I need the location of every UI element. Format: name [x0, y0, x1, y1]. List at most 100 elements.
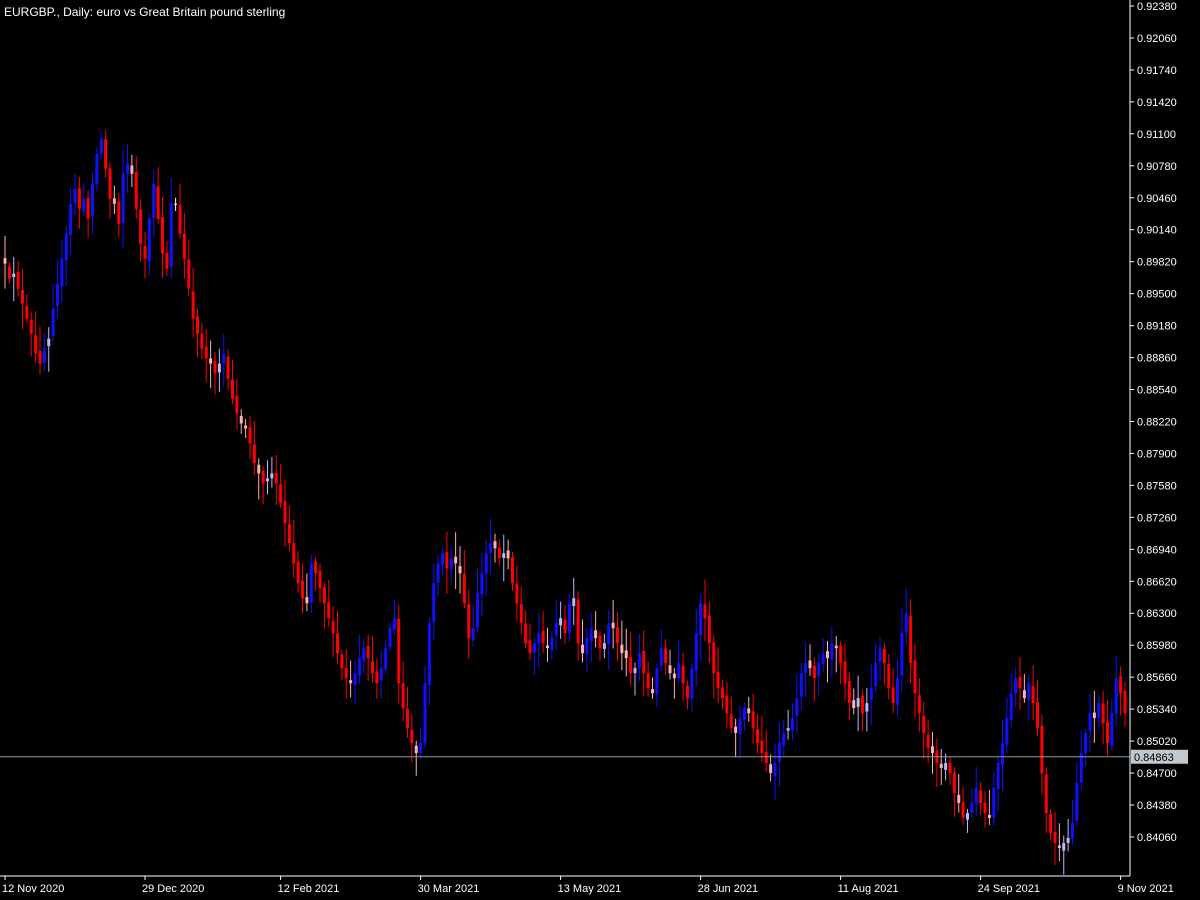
candle-body — [944, 763, 948, 770]
candle-body — [3, 258, 7, 264]
candle — [239, 409, 243, 434]
candle-body — [550, 638, 554, 650]
candle-body — [64, 233, 68, 261]
candle-body — [182, 234, 186, 259]
time-tick-label: 12 Feb 2021 — [278, 883, 340, 895]
candle — [467, 589, 471, 660]
candle — [764, 730, 768, 773]
candle-body — [191, 291, 195, 319]
candle-body — [528, 640, 532, 654]
candle-body — [410, 729, 414, 744]
candle-body — [1044, 774, 1048, 813]
candle — [738, 705, 742, 759]
price-tick-label: 0.85660 — [1137, 672, 1177, 684]
candle — [1009, 673, 1013, 728]
candle-body — [524, 623, 528, 644]
candle — [257, 458, 261, 500]
candle — [143, 232, 147, 279]
candle-body — [598, 635, 602, 649]
candle — [961, 787, 965, 825]
candle — [419, 727, 423, 759]
candle-body — [690, 668, 694, 699]
time-tick-label: 30 Mar 2021 — [418, 883, 480, 895]
candle — [217, 348, 221, 393]
candle — [349, 660, 353, 698]
candle — [629, 631, 633, 685]
candle-body — [904, 613, 908, 633]
candle — [169, 178, 173, 279]
candle-body — [1101, 703, 1105, 724]
candle — [655, 663, 659, 707]
candle — [821, 637, 825, 672]
candle — [515, 565, 519, 621]
candle-body — [922, 716, 926, 734]
candle — [104, 130, 108, 178]
candle-body — [646, 673, 650, 689]
candle-body — [729, 714, 733, 729]
candle-body — [642, 651, 646, 674]
candle — [454, 532, 458, 590]
candle — [952, 767, 956, 817]
price-chart[interactable]: 0.92380 0.92060 0.91740 0.91420 0.91100 0.907… — [0, 0, 1200, 900]
candle-body — [979, 790, 983, 804]
candle-body — [699, 603, 703, 636]
candle-body — [567, 603, 571, 633]
candle-body — [782, 733, 786, 746]
candle — [226, 349, 230, 390]
candle — [878, 636, 882, 681]
candle-body — [178, 205, 182, 234]
candle — [305, 573, 309, 612]
candle-body — [931, 746, 934, 754]
candle — [489, 518, 493, 575]
chart-window[interactable]: 0.92380 0.92060 0.91740 0.91420 0.91100 0.907… — [0, 0, 1200, 900]
candle — [99, 132, 103, 161]
candle-body — [677, 663, 681, 679]
candle — [791, 702, 794, 741]
candle-body — [572, 598, 576, 607]
candle-body — [861, 695, 864, 714]
candle-body — [489, 543, 493, 553]
time-axis-ticks: 12 Nov 2020 29 Dec 2020 12 Feb 2021 30 Mar … — [2, 876, 1174, 895]
candle-body — [336, 633, 339, 654]
candle — [624, 628, 628, 677]
candle-body — [1071, 822, 1074, 839]
candle-body — [1053, 831, 1057, 843]
candle-body — [826, 651, 829, 659]
candle-body — [270, 473, 274, 479]
candle-body — [69, 203, 73, 235]
candle — [1005, 697, 1009, 754]
candle — [996, 756, 1000, 812]
candle — [200, 323, 204, 360]
candle — [642, 630, 646, 696]
candle-body — [721, 687, 724, 699]
candle-body — [620, 644, 624, 654]
time-tick-label: 12 Nov 2020 — [2, 883, 64, 895]
candle — [1027, 675, 1031, 722]
candle-body — [869, 688, 873, 701]
candle-body — [686, 685, 689, 699]
candle — [782, 719, 786, 756]
candle — [1018, 657, 1022, 710]
candle — [900, 608, 904, 692]
candle-body — [318, 570, 322, 589]
candle-body — [196, 316, 199, 334]
candle — [742, 701, 746, 731]
candle-body — [331, 621, 335, 634]
candle — [541, 611, 545, 653]
candle — [1001, 720, 1004, 791]
candle — [917, 678, 921, 732]
candle-body — [532, 643, 536, 653]
candle — [589, 612, 593, 663]
candles-layer — [3, 130, 1127, 875]
candle — [493, 533, 497, 563]
candle-body — [659, 648, 663, 666]
candle — [992, 771, 996, 826]
candle — [633, 662, 637, 696]
candle — [585, 627, 589, 672]
candle — [799, 662, 803, 710]
candle-body — [235, 395, 239, 414]
chart-title: EURGBP., Daily: euro vs Great Britain po… — [4, 5, 285, 19]
candle-body — [51, 308, 55, 336]
candle-body — [1110, 713, 1114, 747]
candle — [266, 460, 269, 495]
